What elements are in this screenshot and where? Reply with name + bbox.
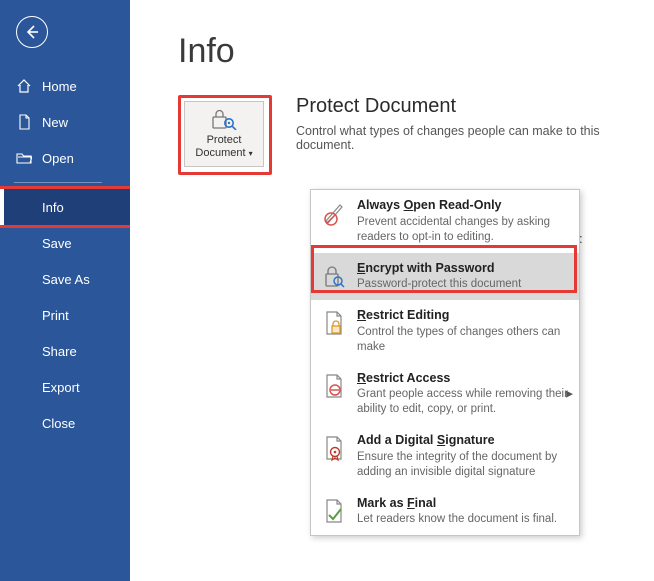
page-title: Info xyxy=(178,32,654,71)
sidebar-separator xyxy=(14,182,102,183)
protect-btn-line1: Protect xyxy=(207,134,242,146)
sidebar-item-info[interactable]: Info xyxy=(0,189,130,225)
sidebar-item-open[interactable]: Open xyxy=(0,140,130,176)
sidebar-label-share: Share xyxy=(42,344,77,359)
sidebar-label-new: New xyxy=(42,115,68,130)
main-panel: Info Protect Documen xyxy=(130,0,654,581)
menu-item-encrypt[interactable]: Encrypt with Password Password-protect t… xyxy=(311,253,579,301)
lock-key-icon xyxy=(210,108,238,130)
menu-desc-read-only: Prevent accidental changes by asking rea… xyxy=(357,215,569,245)
read-only-icon xyxy=(321,198,347,228)
restrict-editing-icon xyxy=(321,308,347,338)
protect-heading: Protect Document xyxy=(296,95,654,118)
menu-desc-restrict-access: Grant people access while removing their… xyxy=(357,387,569,417)
sidebar-label-saveas: Save As xyxy=(42,272,90,287)
open-folder-icon xyxy=(16,150,32,166)
protect-document-highlight: Protect Document ▾ xyxy=(178,95,272,175)
sidebar-label-open: Open xyxy=(42,151,74,166)
back-button[interactable] xyxy=(16,16,48,48)
sidebar-label-save: Save xyxy=(42,236,72,251)
sidebar-item-print[interactable]: Print xyxy=(0,297,130,333)
new-doc-icon xyxy=(16,114,32,130)
sidebar-item-close[interactable]: Close xyxy=(0,405,130,441)
sidebar-item-home[interactable]: Home xyxy=(0,68,130,104)
protect-document-menu: Always Open Read-Only Prevent accidental… xyxy=(310,189,580,536)
backstage-sidebar: Home New Open Info Save Save As Print xyxy=(0,0,130,581)
sidebar-item-save-as[interactable]: Save As xyxy=(0,261,130,297)
sidebar-item-share[interactable]: Share xyxy=(0,333,130,369)
menu-item-restrict-editing[interactable]: Restrict Editing Control the types of ch… xyxy=(311,300,579,363)
sidebar-item-save[interactable]: Save xyxy=(0,225,130,261)
menu-item-read-only[interactable]: Always Open Read-Only Prevent accidental… xyxy=(311,190,579,253)
sidebar-item-new[interactable]: New xyxy=(0,104,130,140)
protect-heading-block: Protect Document Control what types of c… xyxy=(296,95,654,152)
app-root: Home New Open Info Save Save As Print xyxy=(0,0,654,581)
arrow-left-icon xyxy=(24,24,40,40)
menu-desc-final: Let readers know the document is final. xyxy=(357,512,569,527)
sidebar-label-print: Print xyxy=(42,308,69,323)
sidebar-label-close: Close xyxy=(42,416,75,431)
menu-item-signature[interactable]: Add a Digital Signature Ensure the integ… xyxy=(311,425,579,488)
home-icon xyxy=(16,78,32,94)
protect-btn-line2: Document xyxy=(195,147,245,159)
sidebar-label-export: Export xyxy=(42,380,80,395)
menu-item-restrict-access[interactable]: Restrict Access Grant people access whil… xyxy=(311,363,579,426)
menu-desc-signature: Ensure the integrity of the document by … xyxy=(357,450,569,480)
protect-desc: Control what types of changes people can… xyxy=(296,124,654,152)
menu-desc-restrict-edit: Control the types of changes others can … xyxy=(357,325,569,355)
mark-final-icon xyxy=(321,496,347,526)
restrict-access-icon xyxy=(321,371,347,401)
sidebar-label-home: Home xyxy=(42,79,77,94)
encrypt-icon xyxy=(321,261,347,291)
sidebar-item-export[interactable]: Export xyxy=(0,369,130,405)
sidebar-label-info: Info xyxy=(42,200,64,215)
protect-document-button[interactable]: Protect Document ▾ xyxy=(184,101,264,167)
signature-icon xyxy=(321,433,347,463)
menu-item-mark-final[interactable]: Mark as Final Let readers know the docum… xyxy=(311,488,579,536)
submenu-arrow-icon: ▶ xyxy=(566,388,573,399)
dropdown-caret-icon: ▾ xyxy=(249,149,253,158)
menu-desc-encrypt: Password-protect this document xyxy=(357,277,569,292)
